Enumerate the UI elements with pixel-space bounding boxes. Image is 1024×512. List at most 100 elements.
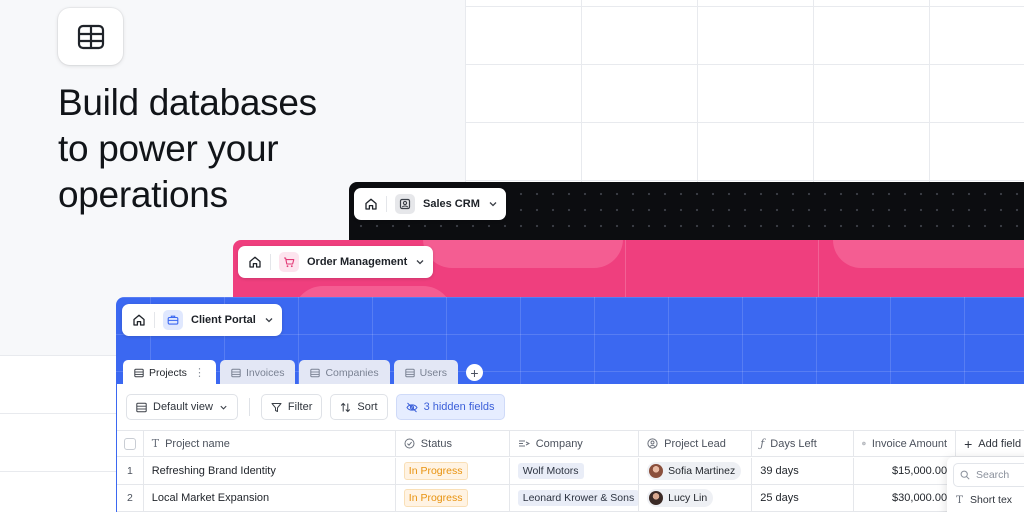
rollup-icon xyxy=(862,441,866,446)
status-badge: In Progress xyxy=(403,489,468,507)
field-search-input[interactable]: Search xyxy=(953,463,1024,487)
column-label: Project name xyxy=(165,437,230,450)
avatar xyxy=(649,464,664,478)
filter-button[interactable]: Filter xyxy=(260,394,323,420)
table-icon xyxy=(136,402,147,412)
cell-days-left: 25 days xyxy=(752,485,855,511)
column-label: Company xyxy=(535,437,583,450)
home-icon[interactable] xyxy=(132,313,146,327)
toolbar-divider xyxy=(248,398,250,416)
row-number: 1 xyxy=(126,465,133,477)
row-index: 2 xyxy=(117,485,144,511)
cell-days-left: 39 days xyxy=(752,458,855,484)
separator xyxy=(270,254,271,270)
briefcase-icon xyxy=(163,310,183,330)
user-tag[interactable]: Lucy Lin xyxy=(647,489,714,507)
sort-label: Sort xyxy=(357,401,378,413)
cart-icon xyxy=(279,252,299,272)
table-row[interactable]: 2 Local Market Expansion In Progress Leo… xyxy=(117,485,1024,512)
column-project-name[interactable]: T Project name xyxy=(144,431,396,456)
table-icon xyxy=(404,368,415,377)
tab-invoices[interactable]: Invoices xyxy=(219,360,296,385)
column-label: Invoice Amount xyxy=(871,437,948,450)
filter-label: Filter xyxy=(287,401,313,413)
tab-projects[interactable]: Projects ⋮ xyxy=(123,360,216,385)
table-header: T Project name Status Company Project Le… xyxy=(117,430,1024,457)
hidden-fields-button[interactable]: 3 hidden fields xyxy=(395,394,505,420)
cell-company[interactable]: Wolf Motors xyxy=(510,458,640,484)
user-icon xyxy=(647,438,658,449)
add-field-label: Add field xyxy=(978,437,1022,450)
link-record-icon xyxy=(518,440,530,447)
cell-company[interactable]: Leonard Krower & Sons xyxy=(510,485,640,511)
headline-line-1: Build databases xyxy=(58,82,317,123)
formula-icon: ƒ xyxy=(760,437,765,450)
sales-crm-switcher[interactable]: Sales CRM xyxy=(354,188,506,220)
cell-status[interactable]: In Progress xyxy=(396,485,510,511)
add-field-button[interactable]: + Add field xyxy=(956,431,1024,456)
sort-icon xyxy=(341,402,351,412)
days-left-value: 25 days xyxy=(760,492,799,504)
background-grid xyxy=(465,0,1024,200)
table-icon xyxy=(134,368,144,377)
table-icon xyxy=(231,368,241,377)
invoice-amount-value: $15,000.00 xyxy=(892,465,948,477)
cell-project-lead[interactable]: Lucy Lin xyxy=(639,485,753,511)
hidden-fields-label: 3 hidden fields xyxy=(423,401,495,413)
column-label: Status xyxy=(420,437,452,450)
workspace-label: Order Management xyxy=(307,256,408,268)
table-icon xyxy=(310,368,321,377)
more-options-icon[interactable]: ⋮ xyxy=(194,366,205,379)
row-index: 1 xyxy=(117,458,144,484)
project-name-value: Local Market Expansion xyxy=(151,492,270,504)
headline-line-2: to power your xyxy=(58,128,279,169)
days-left-value: 39 days xyxy=(760,465,799,477)
column-invoice-amount[interactable]: Invoice Amount xyxy=(854,431,957,456)
company-tag[interactable]: Leonard Krower & Sons xyxy=(517,490,639,506)
user-tag[interactable]: Sofia Martinez xyxy=(647,462,742,480)
client-portal-switcher[interactable]: Client Portal xyxy=(122,304,282,336)
tab-label: Companies xyxy=(325,366,379,379)
cell-invoice-amount: $30,000.00 xyxy=(854,485,957,511)
sort-button[interactable]: Sort xyxy=(330,394,388,420)
company-tag[interactable]: Wolf Motors xyxy=(517,463,584,479)
select-all-cell[interactable] xyxy=(117,431,144,456)
cell-status[interactable]: In Progress xyxy=(396,458,510,484)
home-icon[interactable] xyxy=(248,255,262,269)
column-status[interactable]: Status xyxy=(396,431,510,456)
workspace-label: Client Portal xyxy=(191,314,256,326)
tab-companies[interactable]: Companies xyxy=(299,360,390,385)
chevron-down-icon xyxy=(489,202,497,207)
chevron-down-icon xyxy=(265,318,273,323)
decorative-shape xyxy=(423,240,623,268)
filter-icon xyxy=(271,402,282,412)
lead-name: Lucy Lin xyxy=(668,492,708,504)
add-tab-button[interactable]: + xyxy=(466,364,484,381)
table-row[interactable]: 1 Refreshing Brand Identity In Progress … xyxy=(117,458,1024,485)
column-days-left[interactable]: ƒ Days Left xyxy=(752,431,855,456)
view-label: Default view xyxy=(153,401,213,413)
cell-project-name[interactable]: Refreshing Brand Identity xyxy=(144,458,396,484)
cell-project-lead[interactable]: Sofia Martinez xyxy=(639,458,753,484)
row-number: 2 xyxy=(126,492,133,504)
field-type-option[interactable]: T Short tex xyxy=(953,494,1024,506)
home-icon[interactable] xyxy=(364,197,378,211)
cell-project-name[interactable]: Local Market Expansion xyxy=(144,485,396,511)
add-field-popup: Search T Short tex xyxy=(947,457,1024,512)
tab-users[interactable]: Users xyxy=(393,360,459,385)
select-all-checkbox[interactable] xyxy=(123,437,136,450)
order-management-switcher[interactable]: Order Management xyxy=(238,246,434,278)
column-project-lead[interactable]: Project Lead xyxy=(639,431,753,456)
separator xyxy=(154,312,155,328)
status-badge: In Progress xyxy=(403,462,468,480)
view-selector-button[interactable]: Default view xyxy=(126,394,238,420)
database-app-icon xyxy=(58,8,123,65)
text-type-icon: T xyxy=(151,437,160,450)
invoice-amount-value: $30,000.00 xyxy=(892,492,948,504)
cell-invoice-amount: $15,000.00 xyxy=(854,458,957,484)
chevron-down-icon xyxy=(220,405,227,410)
decorative-shape xyxy=(833,240,1024,268)
column-label: Project Lead xyxy=(664,437,726,450)
search-placeholder: Search xyxy=(976,469,1010,481)
column-company[interactable]: Company xyxy=(510,431,640,456)
